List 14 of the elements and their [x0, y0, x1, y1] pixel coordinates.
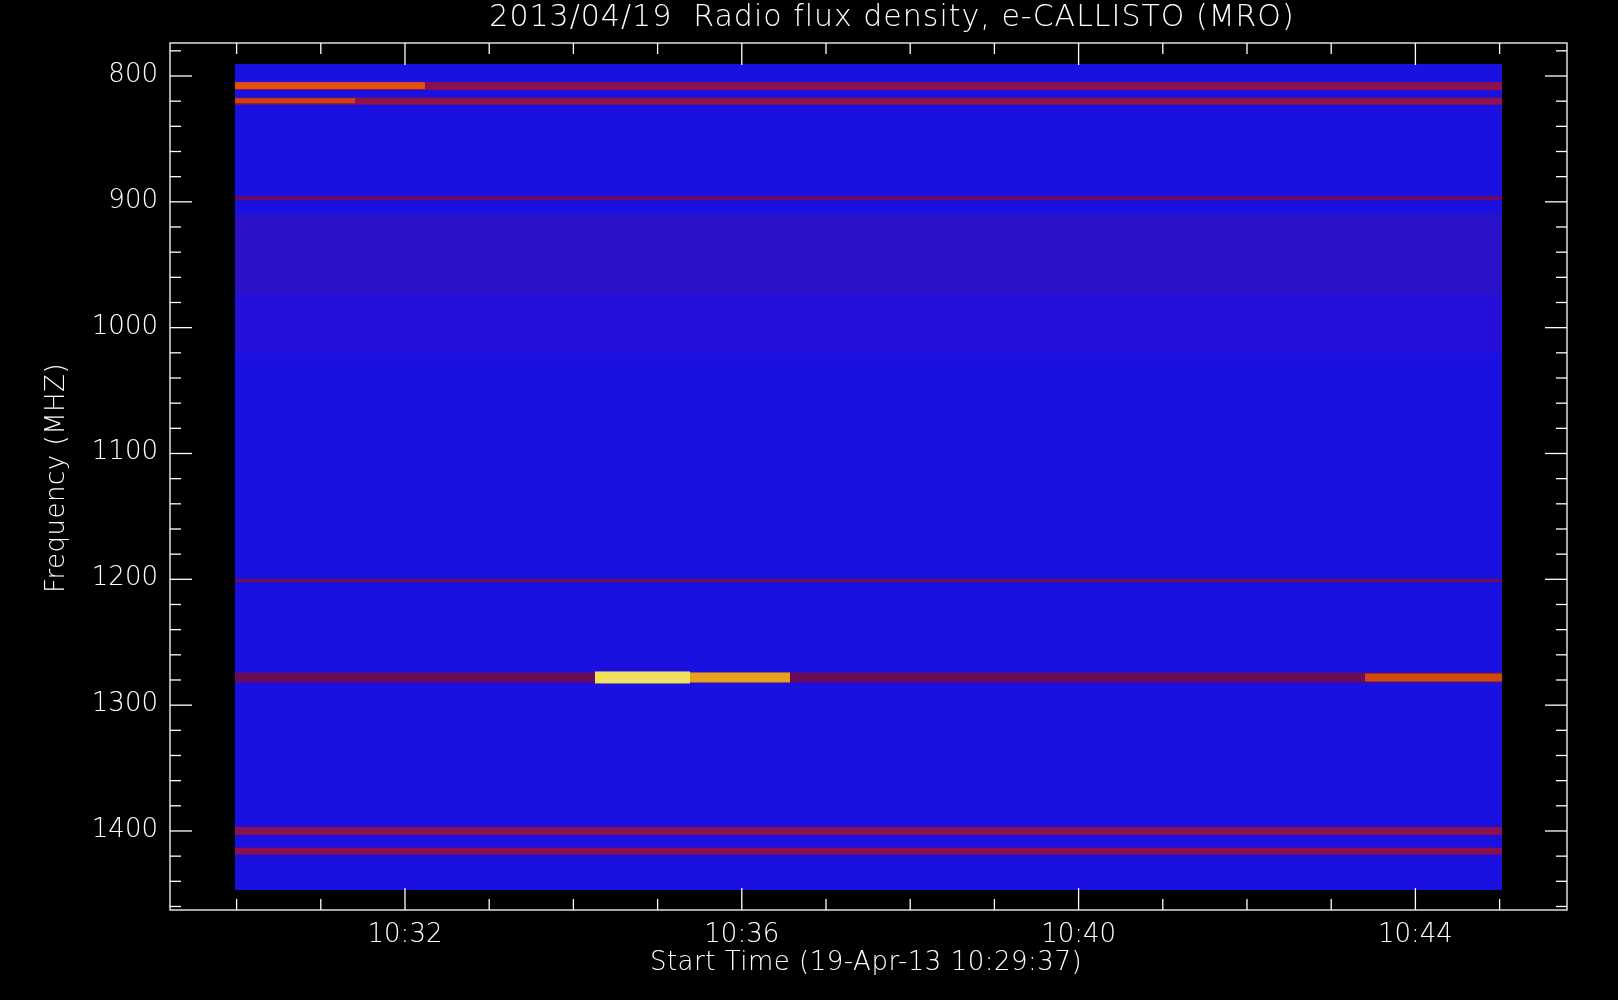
- x-axis-label: Start Time (19-Apr-13 10:29:37): [649, 948, 1083, 974]
- y-tick-label: 1200: [91, 563, 158, 590]
- y-axis-label: Frequency (MHZ): [42, 362, 68, 594]
- x-tick-label: 10:44: [1377, 920, 1453, 946]
- x-tick-label: 10:40: [1041, 920, 1117, 946]
- x-tick-label: 10:36: [704, 920, 780, 946]
- y-tick-label: 1300: [91, 689, 158, 716]
- chart-title: 2013/04/19 Radio flux density, e-CALLISTO (MRO): [489, 1, 1295, 31]
- y-tick-label: 1400: [91, 814, 158, 841]
- x-tick-label: 10:32: [367, 920, 443, 946]
- y-tick-label: 1000: [91, 311, 158, 338]
- y-tick-label: 1100: [91, 437, 158, 464]
- y-tick-label: 900: [108, 185, 158, 212]
- y-tick-label: 800: [108, 60, 158, 86]
